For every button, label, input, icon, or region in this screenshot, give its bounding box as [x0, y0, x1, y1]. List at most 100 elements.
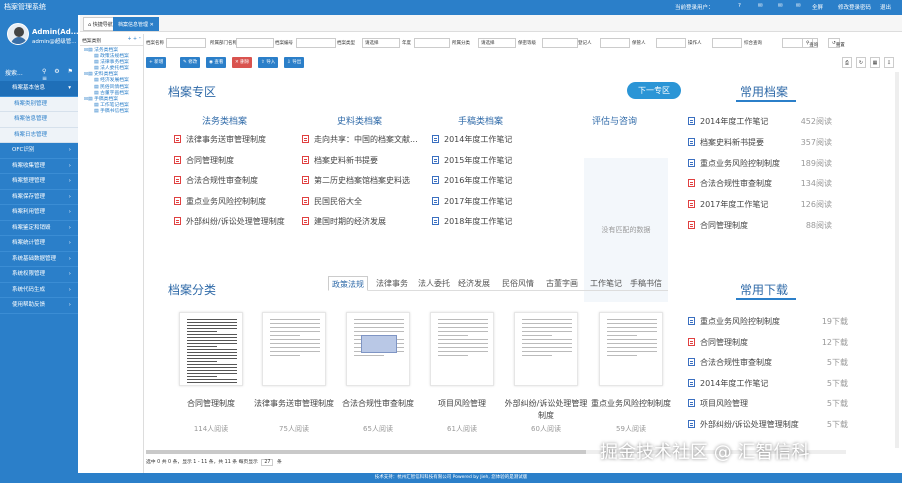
filter-input[interactable]	[414, 38, 450, 48]
sidebar-item-12[interactable]: 系统权限管理 ›	[0, 267, 78, 283]
common-archive-link[interactable]: 合法合规性审查制度	[688, 178, 772, 190]
sidebar-search[interactable]: 搜索...	[5, 68, 23, 77]
archive-doc-link[interactable]: 外部纠纷/诉讼处理管理制度	[174, 216, 285, 228]
category-tab[interactable]: 经济发展	[458, 276, 490, 291]
avatar[interactable]	[7, 23, 29, 45]
reset-button[interactable]: ↺ 重置	[828, 38, 845, 48]
common-archive-link[interactable]: 2017年度工作笔记	[688, 199, 768, 211]
document-thumbnail[interactable]	[262, 312, 326, 386]
delete-button[interactable]: ✕ 删除	[232, 57, 253, 68]
document-name[interactable]: 项目风险管理	[419, 398, 505, 410]
sidebar-item-14[interactable]: 使用帮助反馈 ›	[0, 298, 78, 314]
common-download-link[interactable]: 合法合规性审查制度	[688, 357, 772, 369]
message-icon[interactable]: ✉	[758, 3, 763, 9]
category-tab[interactable]: 手稿书信	[630, 276, 662, 291]
document-name[interactable]: 合同管理制度	[168, 398, 254, 410]
fullscreen-button[interactable]: 全屏	[812, 3, 823, 11]
sidebar-item-6[interactable]: 档案整理管理 ›	[0, 174, 78, 190]
category-tab[interactable]: 古董字画	[546, 276, 578, 291]
common-archive-link[interactable]: 档案史料新书提要	[688, 137, 764, 149]
export-icon[interactable]: ⇩	[884, 57, 894, 68]
mail-icon[interactable]: ✉	[778, 3, 783, 9]
change-password-button[interactable]: 修改登录密码	[838, 3, 871, 11]
filter-input[interactable]	[296, 38, 336, 48]
archive-doc-link[interactable]: 档案史料新书提要	[302, 155, 378, 167]
next-zone-button[interactable]: 下一专区	[627, 82, 681, 99]
document-thumbnail[interactable]	[179, 312, 243, 386]
close-icon[interactable]: ✕	[150, 22, 154, 28]
sidebar-item-0[interactable]: 档案基本信息 ▾	[0, 81, 78, 97]
category-tab[interactable]: 法人委托	[418, 276, 450, 291]
sidebar-item-5[interactable]: 档案收集管理 ›	[0, 159, 78, 174]
sidebar-tool-icons[interactable]: ⚲ ⚙ ⚑ ≡	[42, 68, 78, 82]
common-download-link[interactable]: 合同管理制度	[688, 337, 748, 349]
archive-doc-link[interactable]: 走向共享：中国的档案文献...	[302, 134, 418, 146]
common-download-link[interactable]: 重点业务风险控制制度	[688, 316, 780, 328]
sidebar-item-4[interactable]: OFC识别 ›	[0, 143, 78, 159]
filter-input[interactable]	[600, 38, 630, 48]
archive-doc-link[interactable]: 第二历史档案馆档案史料选	[302, 175, 410, 187]
sidebar-item-10[interactable]: 档案统计管理 ›	[0, 236, 78, 252]
archive-doc-link[interactable]: 合同管理制度	[174, 155, 234, 167]
archive-doc-link[interactable]: 2016年度工作笔记	[432, 175, 512, 187]
document-thumbnail[interactable]	[346, 312, 410, 386]
current-user-label[interactable]: 当前登录用户：	[675, 3, 714, 11]
document-thumbnail[interactable]	[430, 312, 494, 386]
print-icon[interactable]: ⎙	[842, 57, 852, 68]
archive-doc-link[interactable]: 建国时期的经济发展	[302, 216, 386, 228]
filter-input[interactable]	[166, 38, 206, 48]
help-icon[interactable]: ?	[738, 3, 741, 9]
document-thumbnail[interactable]	[514, 312, 578, 386]
page-size-select[interactable]: 27	[261, 459, 274, 466]
common-archive-link[interactable]: 合同管理制度	[688, 220, 748, 232]
tree-node[interactable]: ▤ 手稿书信档案	[80, 109, 143, 115]
document-name[interactable]: 合法合规性审查制度	[335, 398, 421, 410]
category-tab[interactable]: 工作笔记	[590, 276, 622, 291]
document-name[interactable]: 重点业务风险控制制度	[588, 398, 674, 410]
common-download-link[interactable]: 项目风险管理	[688, 398, 748, 410]
common-archive-link[interactable]: 重点业务风险控制制度	[688, 158, 780, 170]
vertical-scrollbar[interactable]	[895, 72, 899, 448]
sidebar-item-11[interactable]: 系统基础数据管理 ›	[0, 252, 78, 267]
filter-input[interactable]	[656, 38, 686, 48]
view-button[interactable]: ◉ 查看	[206, 57, 227, 68]
archive-doc-link[interactable]: 重点业务风险控制制度	[174, 196, 266, 208]
common-archive-link[interactable]: 2014年度工作笔记	[688, 116, 768, 128]
archive-doc-link[interactable]: 2018年度工作笔记	[432, 216, 512, 228]
document-name[interactable]: 法律事务送审管理制度	[251, 398, 337, 410]
filter-select[interactable]: 请选择	[362, 38, 400, 48]
search-button[interactable]: ⚲ 查询	[802, 38, 818, 48]
archive-doc-link[interactable]: 民国民俗大全	[302, 196, 362, 208]
archive-doc-link[interactable]: 2017年度工作笔记	[432, 196, 512, 208]
archive-doc-link[interactable]: 法律事务送审管理制度	[174, 134, 266, 146]
logout-button[interactable]: 退出	[880, 3, 891, 11]
add-button[interactable]: + 新增	[146, 57, 167, 68]
common-download-link[interactable]: 外部纠纷/诉讼处理管理制度	[688, 419, 799, 431]
archive-doc-link[interactable]: 2014年度工作笔记	[432, 134, 512, 146]
import-button[interactable]: ⇧ 导入	[258, 57, 279, 68]
filter-select[interactable]: 请选择	[478, 38, 516, 48]
filter-input[interactable]	[712, 38, 742, 48]
archive-doc-link[interactable]: 2015年度工作笔记	[432, 155, 512, 167]
export-button[interactable]: ⇩ 导出	[284, 57, 305, 68]
sidebar-item-3[interactable]: 档案日志管理	[0, 127, 78, 143]
columns-icon[interactable]: ▦	[870, 57, 880, 68]
category-tab[interactable]: 法律事务	[376, 276, 408, 291]
sidebar-item-7[interactable]: 档案保存管理 ›	[0, 190, 78, 205]
tree-tools-icon[interactable]: + + ⁃	[128, 37, 142, 42]
sidebar-item-1[interactable]: 档案类别管理	[0, 96, 78, 112]
category-tab[interactable]: 政策法规	[328, 276, 368, 291]
refresh-icon[interactable]: ↻	[856, 57, 866, 68]
edit-button[interactable]: ✎ 修改	[180, 57, 201, 68]
document-name[interactable]: 外部纠纷/诉讼处理管理制度	[503, 398, 589, 422]
filter-input[interactable]	[542, 38, 578, 48]
sidebar-item-2[interactable]: 档案信息管理	[0, 112, 78, 128]
category-tab[interactable]: 民俗风情	[502, 276, 534, 291]
todo-icon[interactable]: ✉	[796, 3, 801, 9]
document-thumbnail[interactable]	[599, 312, 663, 386]
sidebar-item-13[interactable]: 系统代码生成 ›	[0, 283, 78, 298]
archive-doc-link[interactable]: 合法合规性审查制度	[174, 175, 258, 187]
sidebar-item-9[interactable]: 档案鉴定和销毁 ›	[0, 221, 78, 236]
common-download-link[interactable]: 2014年度工作笔记	[688, 378, 768, 390]
filter-input[interactable]	[236, 38, 274, 48]
